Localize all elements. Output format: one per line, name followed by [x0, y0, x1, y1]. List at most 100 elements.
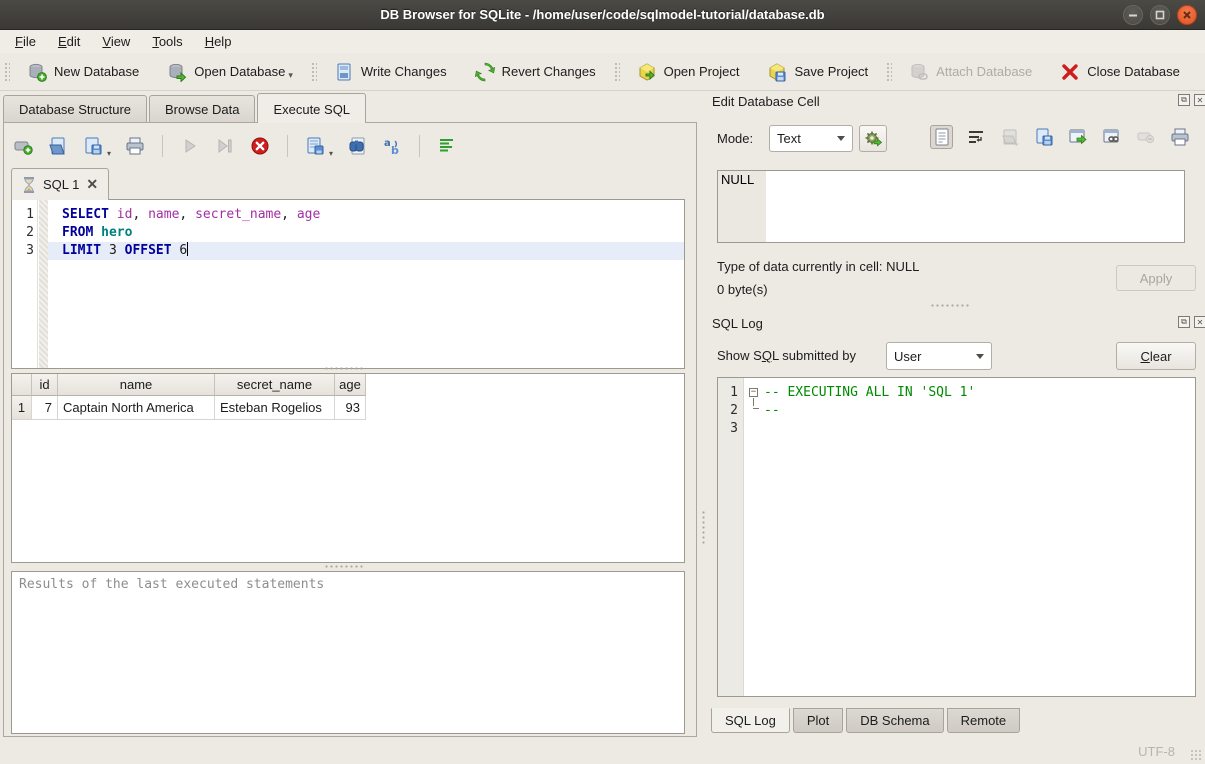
float-dock-icon[interactable]: ⧉ — [1178, 316, 1190, 328]
log-line-3 — [744, 420, 1195, 438]
save-as-icon[interactable] — [1032, 125, 1055, 149]
link-icon[interactable] — [1101, 125, 1124, 149]
log-line-2: -- — [744, 402, 1195, 420]
cell-value: NULL — [721, 172, 754, 187]
toolbar-separator — [162, 135, 163, 157]
line-number: 2 — [12, 224, 34, 242]
dock-tab-bar: SQL Log Plot DB Schema Remote — [711, 708, 1020, 733]
save-sql-file-icon[interactable] — [82, 135, 104, 157]
text-mode-icon[interactable] — [930, 125, 953, 149]
chevron-down-icon — [830, 126, 852, 151]
tab-execute-sql[interactable]: Execute SQL — [257, 93, 366, 123]
cell-secret-name[interactable]: Esteban Rogelios — [215, 396, 335, 420]
open-database-dropdown-icon[interactable]: ▾ — [288, 70, 293, 82]
close-sql-tab-icon[interactable]: ✕ — [86, 176, 98, 193]
toolbar-handle[interactable] — [613, 61, 620, 83]
log-filter-combobox[interactable]: User — [886, 342, 992, 370]
menu-view[interactable]: View — [91, 32, 141, 51]
cell-type-text: Type of data currently in cell: NULL — [717, 259, 919, 274]
new-sql-tab-icon[interactable] — [12, 135, 34, 157]
stop-icon[interactable] — [249, 135, 271, 157]
set-null-icon — [1135, 125, 1158, 149]
column-header-name[interactable]: name — [58, 374, 215, 396]
write-changes-button[interactable]: Write Changes — [324, 57, 457, 87]
tab-db-schema[interactable]: DB Schema — [846, 708, 943, 733]
tab-browse-data[interactable]: Browse Data — [149, 95, 255, 123]
tab-sql-log[interactable]: SQL Log — [711, 708, 790, 733]
float-dock-icon[interactable]: ⧉ — [1178, 94, 1190, 106]
cell-name[interactable]: Captain North America — [58, 396, 215, 420]
editor-fold-margin — [39, 200, 48, 368]
menu-file[interactable]: File — [4, 32, 47, 51]
sql-log-view[interactable]: 1 2 3 − -- EXECUTING ALL IN 'SQL 1' -- — [717, 377, 1196, 697]
open-project-button[interactable]: Open Project — [627, 57, 750, 87]
open-database-button[interactable]: Open Database ▾ — [157, 57, 303, 87]
new-database-button[interactable]: New Database — [17, 57, 149, 87]
sql-tab-label: SQL 1 — [43, 177, 79, 192]
encoding-indicator[interactable]: UTF-8 — [1138, 744, 1175, 759]
sql-toolbar: ▾ ▾ ab — [12, 131, 458, 161]
text-cursor — [187, 242, 188, 256]
word-wrap-icon[interactable] — [964, 125, 987, 149]
sql-editor-tab[interactable]: SQL 1 ✕ — [11, 168, 109, 200]
replace-icon[interactable]: ab — [381, 135, 403, 157]
print-cell-icon[interactable] — [1169, 125, 1192, 149]
revert-changes-button[interactable]: Revert Changes — [465, 57, 606, 87]
column-header-age[interactable]: age — [335, 374, 366, 396]
close-database-button[interactable]: Close Database — [1050, 57, 1190, 87]
tab-remote[interactable]: Remote — [947, 708, 1021, 733]
menu-help[interactable]: Help — [194, 32, 243, 51]
close-dock-icon[interactable]: ✕ — [1194, 94, 1205, 106]
cell-age[interactable]: 93 — [335, 396, 366, 420]
log-line-1: -- EXECUTING ALL IN 'SQL 1' — [744, 384, 1195, 402]
save-results-icon[interactable] — [304, 135, 326, 157]
maximize-icon[interactable] — [1150, 5, 1170, 25]
database-open-icon — [167, 62, 187, 82]
dock-hsplitter[interactable] — [930, 303, 970, 308]
minimize-icon[interactable] — [1123, 5, 1143, 25]
close-icon[interactable] — [1177, 5, 1197, 25]
column-header-id[interactable]: id — [32, 374, 58, 396]
toolbar-handle[interactable] — [885, 61, 892, 83]
column-header-secret-name[interactable]: secret_name — [215, 374, 335, 396]
export-icon[interactable] — [1067, 125, 1090, 149]
clear-log-button[interactable]: Clear — [1116, 342, 1196, 370]
dock-splitter[interactable] — [701, 510, 706, 544]
execute-sql-page: ▾ ▾ ab — [3, 122, 697, 737]
sql-line-2: FROM hero — [48, 224, 684, 242]
close-dock-icon[interactable]: ✕ — [1194, 316, 1205, 328]
hourglass-icon — [22, 177, 36, 193]
print-icon[interactable] — [124, 135, 146, 157]
results-message-splitter[interactable] — [324, 564, 364, 569]
main-tab-bar: Database Structure Browse Data Execute S… — [3, 92, 368, 123]
menu-edit[interactable]: Edit — [47, 32, 91, 51]
auto-switch-mode-button[interactable] — [859, 125, 887, 152]
window-controls — [1123, 5, 1197, 25]
toolbar-handle[interactable] — [3, 61, 10, 83]
menubar: File Edit View Tools Help — [0, 30, 1205, 53]
format-sql-icon[interactable] — [436, 135, 458, 157]
toolbar-handle[interactable] — [310, 61, 317, 83]
menu-tools[interactable]: Tools — [141, 32, 193, 51]
save-sql-dropdown-icon[interactable]: ▾ — [107, 149, 111, 158]
sql-editor[interactable]: 1 2 3 SELECT id, name, secret_name, age … — [11, 199, 685, 369]
cell-value-editor[interactable]: NULL — [717, 170, 1185, 243]
row-header[interactable]: 1 — [12, 396, 32, 420]
cell-id[interactable]: 7 — [32, 396, 58, 420]
save-project-button[interactable]: Save Project — [757, 57, 878, 87]
edit-cell-dock-title: Edit Database Cell — [712, 94, 820, 109]
open-sql-file-icon[interactable] — [47, 135, 69, 157]
find-icon[interactable] — [346, 135, 368, 157]
sql-line-1: SELECT id, name, secret_name, age — [48, 206, 684, 224]
line-number: 3 — [12, 242, 34, 260]
tab-database-structure[interactable]: Database Structure — [3, 95, 147, 123]
log-filter-value: User — [887, 349, 969, 364]
close-database-icon — [1060, 62, 1080, 82]
edit-cell-dock-buttons: ⧉ ✕ — [1178, 94, 1205, 106]
results-table[interactable]: id name secret_name age 1 7 Captain Nort… — [11, 373, 685, 563]
save-results-dropdown-icon[interactable]: ▾ — [329, 149, 333, 158]
editor-results-splitter[interactable] — [324, 366, 364, 371]
mode-combobox[interactable]: Text — [769, 125, 853, 152]
resize-grip[interactable] — [1190, 749, 1202, 761]
tab-plot[interactable]: Plot — [793, 708, 843, 733]
